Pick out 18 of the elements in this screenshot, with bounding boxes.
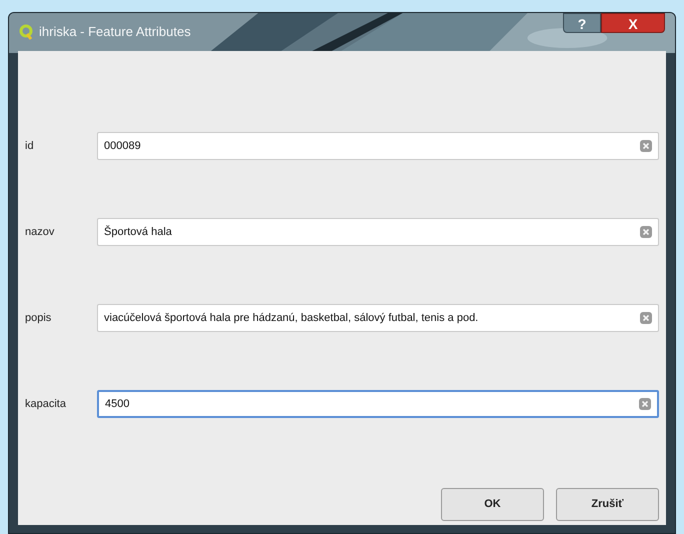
field-label: popis [25,310,52,326]
input-field[interactable]: Športová hala [97,218,659,246]
clear-icon[interactable] [640,140,652,152]
close-button[interactable]: X [601,13,665,33]
clear-icon[interactable] [640,226,652,238]
input-field[interactable]: 4500 [97,390,659,418]
window-title: ihriska - Feature Attributes [39,23,191,42]
field-label: nazov [25,224,56,240]
dialog-button[interactable]: OK [441,488,544,521]
field-label: id [25,138,35,154]
field-label: kapacita [25,396,67,412]
help-button[interactable]: ? [563,13,601,33]
input-field[interactable]: viacúčelová športová hala pre hádzanú, basketbal, sálový futbal, tenis a pod. [97,304,659,332]
clear-icon[interactable] [639,398,651,410]
clear-icon[interactable] [640,312,652,324]
input-field[interactable]: 000089 [97,132,659,160]
logo-icon [19,24,33,40]
dialog-button[interactable]: Zrušiť [556,488,659,521]
